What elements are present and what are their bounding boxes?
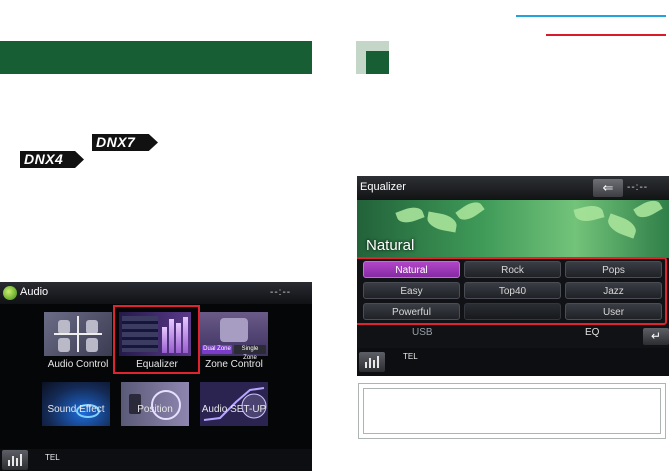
audio-control-label[interactable]: Audio Control [33, 359, 123, 370]
return-icon[interactable]: ↵ [643, 328, 669, 345]
current-preset-name: Natural [366, 237, 415, 254]
equalizer-highlight-frame [113, 305, 200, 374]
tel-indicator: TEL [45, 453, 60, 462]
seat-icon [86, 320, 98, 334]
note-box [358, 383, 666, 439]
tel-indicator: TEL [403, 352, 418, 361]
equalizer-screen: Equalizer ⇐ --:-- Natural Natural Rock P… [357, 176, 669, 376]
header-rule-red [546, 34, 666, 36]
seat-icon [86, 338, 98, 352]
model-badge-dnx4: DNX4 [20, 151, 84, 168]
audio-control-icon[interactable] [44, 312, 112, 356]
audio-logo-icon [3, 286, 17, 300]
audio-bottom-bar: TEL [0, 449, 312, 471]
equalizer-bottom-bar: TEL [357, 348, 669, 376]
header-rule-blue [516, 15, 666, 17]
section-marker-inner [366, 51, 389, 74]
zone-control-icon[interactable]: Dual Zone Single Zone [200, 312, 268, 361]
seat-icon [58, 338, 70, 352]
preset-highlight-frame [357, 257, 667, 325]
eq-button[interactable]: EQ [585, 327, 599, 338]
note-box-inner [363, 388, 661, 434]
seat-icon [58, 320, 70, 334]
dual-zone-button[interactable]: Dual Zone [202, 345, 232, 354]
single-zone-button[interactable]: Single Zone [234, 345, 266, 361]
audio-screen: Audio --:-- Audio Control Equalizer Dual… [0, 282, 312, 471]
equalizer-clock: --:-- [627, 182, 649, 193]
zone-control-label[interactable]: Zone Control [189, 359, 279, 370]
eq-bars-icon[interactable] [359, 352, 385, 372]
equalizer-title: Equalizer [360, 181, 406, 193]
sound-effect-label[interactable]: Sound Effect [31, 404, 121, 415]
audio-title: Audio [20, 286, 49, 298]
usb-source-label: USB [412, 327, 433, 338]
section-header-bar [0, 41, 312, 74]
eq-bars-icon[interactable] [2, 450, 28, 470]
back-arrow-icon[interactable]: ⇐ [593, 179, 623, 197]
audio-setup-label[interactable]: Audio SET-UP [189, 404, 279, 415]
model-badge-dnx7: DNX7 [92, 134, 158, 151]
audio-clock: --:-- [270, 287, 292, 298]
position-label[interactable]: Position [110, 404, 200, 415]
